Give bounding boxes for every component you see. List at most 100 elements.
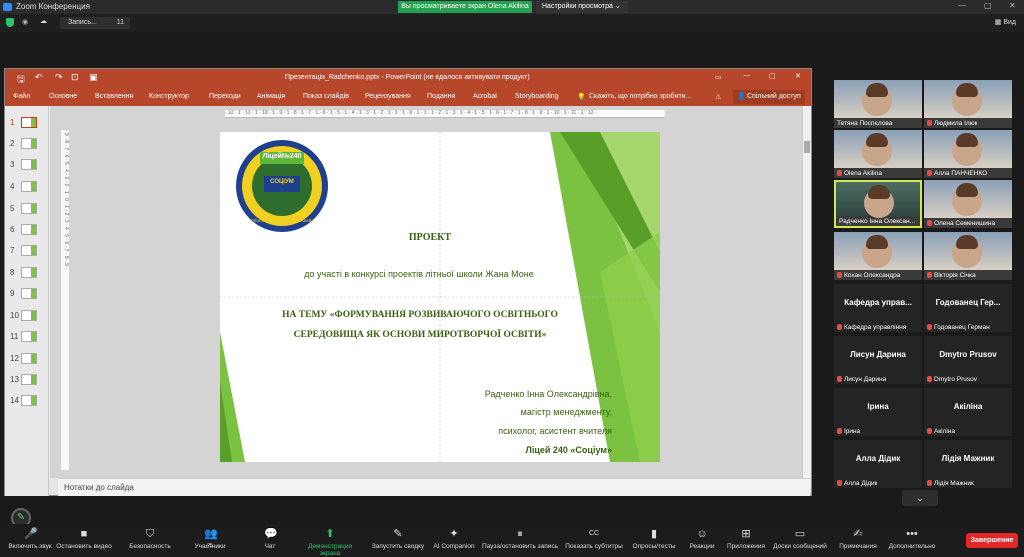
participant-tile[interactable]: Алла ПАНЧЕНКО bbox=[924, 130, 1012, 178]
slide-thumbnail[interactable]: 1 bbox=[5, 116, 49, 130]
recording-indicator[interactable]: Запись... 11 bbox=[60, 17, 130, 29]
chat-button[interactable]: 💬 Чат bbox=[240, 528, 300, 550]
tell-me-input[interactable]: Скажіть, що потрібно зробити... bbox=[589, 93, 691, 100]
tab-design[interactable]: Конструктор bbox=[149, 93, 189, 100]
editor-scrollbar[interactable] bbox=[802, 106, 811, 478]
slide-thumbnail[interactable]: 7 bbox=[5, 244, 49, 258]
ribbon-display-icon[interactable]: ▭ bbox=[715, 73, 722, 81]
slide-thumbnail[interactable]: 3 bbox=[5, 158, 49, 172]
participant-tile[interactable]: Dmytro Prusov Dmytro Prusov bbox=[924, 336, 1012, 384]
slide-thumbnail[interactable]: 8 bbox=[5, 266, 49, 280]
stop-video-button[interactable]: ■ Остановить видео bbox=[54, 528, 114, 550]
undo-icon[interactable]: ↶ bbox=[35, 72, 43, 83]
pause-recording-button[interactable]: ⏸ Пауза/остановить запись bbox=[480, 528, 560, 550]
slide-thumbnail[interactable]: 4 bbox=[5, 180, 49, 194]
participant-tile[interactable]: Кафедра управ... Кафедра управління bbox=[834, 284, 922, 332]
participant-tile[interactable]: Тетяна Поспєлова bbox=[834, 80, 922, 128]
whiteboards-button[interactable]: ▭ Доски сообщений bbox=[770, 528, 830, 550]
gallery-next-page-button[interactable]: ⌄ bbox=[902, 490, 938, 506]
participants-button[interactable]: 👥25 Участники bbox=[180, 528, 240, 550]
tab-transitions[interactable]: Переходи bbox=[209, 93, 241, 100]
minimize-icon[interactable]: — bbox=[958, 1, 966, 10]
ppt-close-icon[interactable]: ✕ bbox=[795, 72, 801, 80]
close-icon[interactable]: ✕ bbox=[1009, 1, 1016, 10]
participant-tile[interactable]: Акіліна Акіліна bbox=[924, 388, 1012, 436]
participant-display-name: Кафедра управ... bbox=[844, 298, 912, 307]
tab-insert[interactable]: Вставлення bbox=[95, 93, 133, 100]
tab-slideshow[interactable]: Показ слайдів bbox=[303, 93, 349, 100]
apps-label: Приложения bbox=[726, 543, 766, 550]
tab-storyboarding[interactable]: Storyboarding bbox=[515, 93, 559, 100]
slide-thumbnail[interactable]: 2 bbox=[5, 137, 49, 151]
share-button[interactable]: 👤 Спільний доступ bbox=[733, 90, 805, 104]
participant-display-name: Лідія Мажник bbox=[941, 454, 995, 463]
save-icon[interactable]: 🖫 bbox=[17, 72, 25, 88]
security-label: Безопасность bbox=[129, 543, 171, 550]
view-button[interactable]: ▦ Вид bbox=[995, 18, 1016, 26]
participant-tile[interactable]: Олена Семенишина bbox=[924, 180, 1012, 228]
recording-pause[interactable]: 11 bbox=[117, 17, 124, 29]
notes-pane[interactable]: Нотатки до слайда bbox=[58, 478, 810, 496]
participant-name: Алла ПАНЧЕНКО bbox=[934, 170, 988, 177]
participant-tile[interactable]: Лідія Мажник Лідія Мажник bbox=[924, 440, 1012, 488]
chevron-down-icon: ⌄ bbox=[614, 3, 621, 10]
notes-button[interactable]: ✍ Примечания bbox=[828, 528, 888, 550]
participant-tile[interactable]: Olena Akilina bbox=[834, 130, 922, 178]
ppt-minimize-icon[interactable]: — bbox=[743, 72, 750, 79]
zoom-title-bar: Zoom Конференция Вы просматриваете экран… bbox=[0, 0, 1024, 14]
participant-name: Людмила Ілюк bbox=[934, 120, 978, 127]
share-screen-button[interactable]: ⬆ Демонстрация экрана bbox=[300, 528, 360, 557]
end-meeting-button[interactable]: Завершение bbox=[966, 533, 1018, 548]
view-options-button[interactable]: Настройки просмотра ⌄ bbox=[536, 1, 628, 13]
slide-thumbnail[interactable]: 5 bbox=[5, 202, 49, 216]
maximize-icon[interactable]: ▢ bbox=[984, 1, 992, 10]
participant-tile[interactable]: Кохан Олександра bbox=[834, 232, 922, 280]
muted-mic-icon bbox=[837, 376, 842, 383]
slide-thumbnail[interactable]: 6 bbox=[5, 223, 49, 237]
participant-face bbox=[864, 185, 894, 218]
chevron-down-icon: ⌄ bbox=[916, 493, 924, 503]
ai-companion-button[interactable]: ✦ AI Companion bbox=[424, 528, 484, 550]
participant-name: Лисун Дарина bbox=[844, 376, 887, 383]
slide-thumbnail[interactable]: 12 bbox=[5, 352, 49, 366]
slide-thumbnail[interactable]: 11 bbox=[5, 330, 49, 344]
tab-view[interactable]: Подання bbox=[427, 93, 455, 100]
security-shield-icon[interactable] bbox=[6, 18, 14, 27]
slide-number: 7 bbox=[10, 246, 15, 255]
participant-tile[interactable]: Ірина Ірина bbox=[834, 388, 922, 436]
tab-acrobat[interactable]: Acrobat bbox=[473, 93, 497, 100]
redo-icon[interactable]: ↷ bbox=[55, 72, 63, 83]
muted-mic-icon bbox=[837, 428, 842, 435]
slide-thumbnail[interactable]: 14 bbox=[5, 394, 49, 408]
whiteboards-label: Доски сообщений bbox=[773, 543, 827, 550]
captions-button[interactable]: CC Показать субтитры bbox=[564, 528, 624, 550]
tab-review[interactable]: Рецензування bbox=[365, 93, 411, 100]
slide-thumbnail[interactable]: 10 bbox=[5, 309, 49, 323]
apps-button[interactable]: ⊞ Приложения bbox=[716, 528, 776, 550]
tab-home[interactable]: Основне bbox=[49, 93, 77, 100]
info-icon[interactable]: ◉ bbox=[22, 18, 28, 26]
scrollbar-thumb[interactable] bbox=[804, 141, 810, 153]
participant-tile[interactable]: Людмила Ілюк bbox=[924, 80, 1012, 128]
slide-number: 9 bbox=[10, 289, 15, 298]
participant-name: Олена Семенишина bbox=[934, 220, 996, 227]
participant-tile-active-speaker[interactable]: Радченко Інна Олексан... bbox=[834, 180, 922, 228]
ppt-title-bar: 🖫 ↶ ↷ ⊡ ▣ Презентація_Radchenko.pptx - P… bbox=[5, 69, 811, 88]
current-slide[interactable]: Ліцей№240 СОЦІУМ Оболонського району м.К… bbox=[220, 132, 660, 462]
participant-tile[interactable]: Годованец Гер... Годованец Герман bbox=[924, 284, 1012, 332]
ppt-maximize-icon[interactable]: ▢ bbox=[769, 72, 776, 80]
tab-animations[interactable]: Анімація bbox=[257, 93, 285, 100]
more-button[interactable]: ••• Дополнительно bbox=[882, 528, 942, 550]
participant-tile[interactable]: Лисун Дарина Лисун Дарина bbox=[834, 336, 922, 384]
participant-tile[interactable]: Алла Дідик Алла Дідик bbox=[834, 440, 922, 488]
start-slideshow-icon[interactable]: ⊡ bbox=[71, 72, 79, 83]
start-summary-button[interactable]: ✎ Запустить сводку bbox=[368, 528, 428, 550]
share-screen-label: Демонстрация экрана bbox=[307, 543, 353, 557]
slide-thumbnail[interactable]: 9 bbox=[5, 287, 49, 301]
unmute-button[interactable]: 🎤 Включить звук bbox=[0, 528, 60, 550]
slide-thumbnail[interactable]: 13 bbox=[5, 373, 49, 387]
security-button[interactable]: ⛉ Безопасность bbox=[120, 528, 180, 550]
participant-tile[interactable]: Вікторія Січка bbox=[924, 232, 1012, 280]
tab-file[interactable]: Файл bbox=[13, 93, 30, 100]
present-icon[interactable]: ▣ bbox=[89, 72, 98, 83]
